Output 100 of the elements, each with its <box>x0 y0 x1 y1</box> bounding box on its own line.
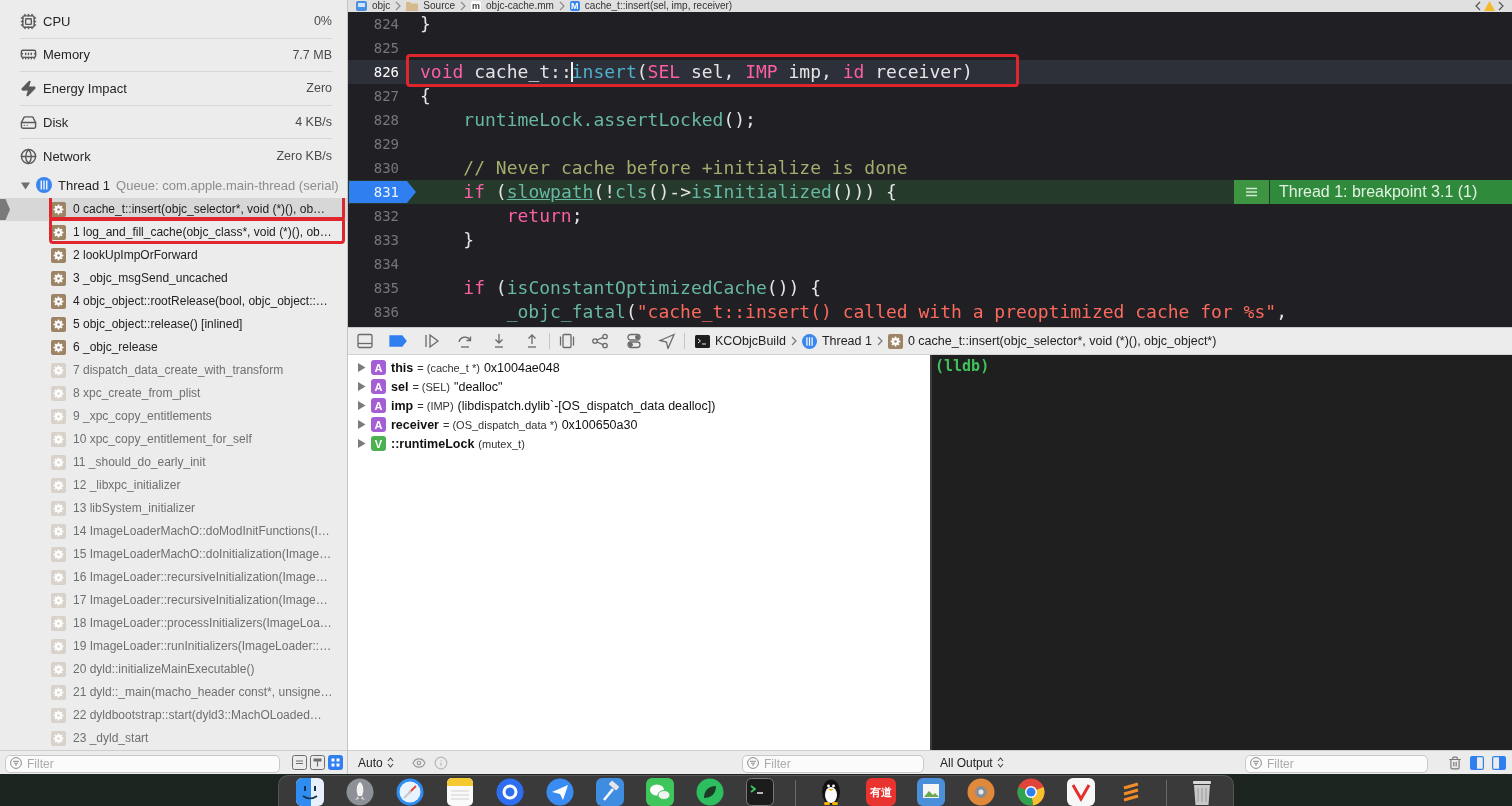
stack-frame[interactable]: 22 dyldbootstrap::start(dyld3::MachOLoaded… <box>0 703 347 727</box>
frame-label: 7 dispatch_data_create_with_transform <box>73 363 284 378</box>
stack-frame[interactable]: 6 _objc_release <box>0 335 347 359</box>
circle-logo-icon[interactable] <box>966 778 996 806</box>
chevron-right-icon <box>460 1 467 11</box>
disclosure-triangle-icon[interactable] <box>357 382 366 391</box>
gauge-label[interactable]: Disk <box>43 114 69 130</box>
scope-popup[interactable]: Auto <box>358 755 394 770</box>
grid-square-icon[interactable] <box>328 755 343 770</box>
stack-frame[interactable]: 16 ImageLoader::recursiveInitialization(Image… <box>0 565 347 589</box>
gear-icon <box>51 339 66 355</box>
disclosure-triangle-icon[interactable] <box>357 420 366 429</box>
output-popup[interactable]: All Output <box>940 755 1004 770</box>
filter-field[interactable]: Filter <box>5 754 280 773</box>
thread-icon <box>36 177 52 194</box>
line-number: 834 <box>373 256 399 272</box>
stack-frame[interactable]: 19 ImageLoader::runInitializers(ImageLoader::… <box>0 634 347 658</box>
terminal-icon[interactable] <box>745 778 775 806</box>
disclosure-triangle-icon[interactable] <box>357 401 366 410</box>
disclosure-triangle-icon[interactable] <box>21 180 30 190</box>
disclosure-triangle-icon[interactable] <box>357 439 366 448</box>
variable-name[interactable]: sel <box>391 379 409 394</box>
thread-name[interactable]: Thread 1 <box>58 177 111 193</box>
stack-frame[interactable]: 15 ImageLoaderMachO::doInitialization(Image… <box>0 542 347 566</box>
jump-bar-item[interactable]: KCObjcBuild <box>715 334 786 348</box>
stack-frame[interactable]: 20 dyld::initializeMainExecutable() <box>0 657 347 681</box>
notepad-icon[interactable] <box>445 778 475 806</box>
stack-frame[interactable]: 1 log_and_fill_cache(objc_class*, void (*)(), ob… <box>0 220 347 244</box>
breakpoint-marker[interactable]: 831 <box>349 181 416 203</box>
breadcrumb-item[interactable]: Source <box>423 0 456 12</box>
hammer-icon[interactable] <box>595 778 625 806</box>
stack-frame[interactable]: 3 _objc_msgSend_uncached <box>0 266 347 290</box>
nodes-graph-icon[interactable] <box>591 333 610 349</box>
stack-frame[interactable]: 13 libSystem_initializer <box>0 496 347 520</box>
chat-bubbles-icon[interactable] <box>645 778 675 806</box>
panel-icon[interactable] <box>355 333 374 349</box>
location-arrow-icon[interactable] <box>658 333 677 349</box>
breakpoint-annotation: Thread 1: breakpoint 3.1 (1) <box>1270 180 1512 204</box>
stack-frame[interactable]: 17 ImageLoader::recursiveInitialization(Image… <box>0 588 347 612</box>
stack-frame[interactable]: 2 lookUpImpOrForward <box>0 243 347 267</box>
stack-frame[interactable]: 9 _xpc_copy_entitlements <box>0 404 347 428</box>
terminal-icon <box>695 334 710 348</box>
disclosure-triangle-icon[interactable] <box>357 363 366 372</box>
gear-icon <box>51 615 66 631</box>
chevron-right-icon <box>790 336 797 346</box>
stack-frame[interactable]: 14 ImageLoaderMachO::doModInitFunctions(I… <box>0 519 347 543</box>
project-icon <box>356 1 367 11</box>
filter-field[interactable]: Filter <box>742 754 924 773</box>
list-square-icon[interactable] <box>292 755 307 770</box>
stack-frame[interactable]: 18 ImageLoader::processInitializers(ImageLoa… <box>0 611 347 635</box>
paper-plane-icon[interactable] <box>545 778 575 806</box>
gauge-label[interactable]: Memory <box>43 47 90 63</box>
smiley-tile-icon[interactable] <box>295 778 325 806</box>
stack-frame[interactable]: 5 objc_object::release() [inlined] <box>0 312 347 336</box>
variable-name[interactable]: receiver <box>391 417 439 432</box>
ring-icon[interactable] <box>495 778 525 806</box>
stack-frame[interactable]: 21 dyld::_main(macho_header const*, unsigne… <box>0 680 347 704</box>
breadcrumb-item[interactable]: objc <box>372 0 391 12</box>
gauge-label[interactable]: Network <box>43 148 91 164</box>
variable-name[interactable]: this <box>391 360 414 375</box>
toggles-icon[interactable] <box>624 333 643 349</box>
compass-icon[interactable] <box>395 778 425 806</box>
stack-frame[interactable]: 11 _should_do_early_init <box>0 450 347 474</box>
frame-label: 11 _should_do_early_init <box>73 455 206 470</box>
code-line: return; <box>506 205 583 226</box>
jump-bar-item[interactable]: Thread 1 <box>821 334 872 348</box>
variable-name[interactable]: imp <box>391 398 414 413</box>
continue-icon[interactable] <box>422 333 441 349</box>
window-square-icon[interactable] <box>310 755 325 770</box>
gear-icon <box>51 523 66 539</box>
stack-frame[interactable]: 8 xpc_create_from_plist <box>0 381 347 405</box>
leaf-icon[interactable] <box>695 778 725 806</box>
line-number: 826 <box>373 64 399 80</box>
check-tile-icon[interactable] <box>1066 778 1096 806</box>
right-pane-icon[interactable] <box>1492 755 1506 770</box>
gauge-label[interactable]: CPU <box>43 13 71 29</box>
breakpoint-tag-icon[interactable] <box>389 333 408 349</box>
jump-bar-item[interactable]: 0 cache_t::insert(objc_selector*, void (*)(), objc_object*) <box>907 334 1217 348</box>
menu-icon[interactable] <box>1234 180 1269 204</box>
wheel-logo-icon[interactable] <box>1016 778 1046 806</box>
trash-icon[interactable] <box>1448 755 1462 770</box>
stack-frame[interactable]: 4 objc_object::rootRelease(bool, objc_object::… <box>0 289 347 313</box>
app-logo-tile[interactable]: 有道 <box>866 778 896 806</box>
breadcrumb-item[interactable]: objc-cache.mm <box>486 0 554 12</box>
variable-name[interactable]: ::runtimeLock <box>391 436 475 451</box>
line-number: 829 <box>373 136 399 152</box>
stack-frame[interactable]: 10 xpc_copy_entitlement_for_self <box>0 427 347 451</box>
stack-frame[interactable]: 12 _libxpc_initializer <box>0 473 347 497</box>
stack-frame[interactable]: 7 dispatch_data_create_with_transform <box>0 358 347 382</box>
filter-field[interactable]: Filter <box>1245 754 1428 773</box>
rocket-icon[interactable] <box>345 778 375 806</box>
frame-label: 2 lookUpImpOrForward <box>73 248 198 263</box>
chevron-right-icon[interactable] <box>1498 1 1504 11</box>
gauge-label[interactable]: Energy Impact <box>43 81 127 96</box>
left-pane-icon[interactable] <box>1470 755 1484 770</box>
breadcrumb-item[interactable]: cache_t::insert(sel, imp, receiver) <box>584 0 733 12</box>
picture-tile-icon[interactable] <box>916 778 946 806</box>
chevron-left-icon[interactable] <box>1475 1 1481 11</box>
layers-icon[interactable] <box>557 333 576 349</box>
stack-frame[interactable]: 23 _dyld_start <box>0 726 347 750</box>
